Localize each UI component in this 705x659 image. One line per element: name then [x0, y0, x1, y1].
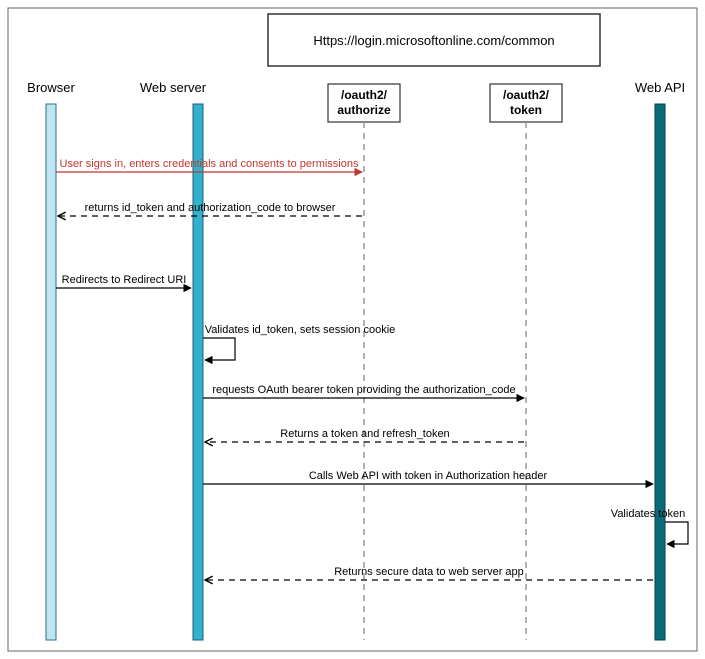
- msg-1-text: User signs in, enters credentials and co…: [60, 158, 359, 170]
- endpoint-authorize-line1: /oauth2/: [341, 88, 388, 102]
- arrow-msg-8: [665, 522, 688, 544]
- lifeline-webapi: [655, 104, 665, 640]
- actor-webserver-label: Web server: [140, 80, 207, 95]
- msg-7-text: Calls Web API with token in Authorizatio…: [309, 470, 548, 482]
- msg-9-text: Returns secure data to web server app: [334, 566, 524, 578]
- endpoint-token-line1: /oauth2/: [503, 88, 550, 102]
- lifeline-browser: [46, 104, 56, 640]
- msg-3-text: Redirects to Redirect URI: [62, 274, 187, 286]
- endpoint-token-line2: token: [510, 103, 542, 117]
- endpoint-authorize-line2: authorize: [337, 103, 391, 117]
- msg-8-text: Validates token: [611, 508, 685, 520]
- actor-browser-label: Browser: [27, 80, 75, 95]
- msg-2-text: returns id_token and authorization_code …: [85, 202, 336, 214]
- actor-webapi-label: Web API: [635, 80, 685, 95]
- oauth-sequence-diagram: Https://login.microsoftonline.com/common…: [0, 0, 705, 659]
- msg-6-text: Returns a token and refresh_token: [280, 428, 449, 440]
- arrow-msg-4: [203, 338, 235, 360]
- msg-4-text: Validates id_token, sets session cookie: [205, 324, 396, 336]
- msg-5-text: requests OAuth bearer token providing th…: [212, 384, 515, 396]
- header-url-text: Https://login.microsoftonline.com/common: [313, 33, 554, 48]
- lifeline-webserver: [193, 104, 203, 640]
